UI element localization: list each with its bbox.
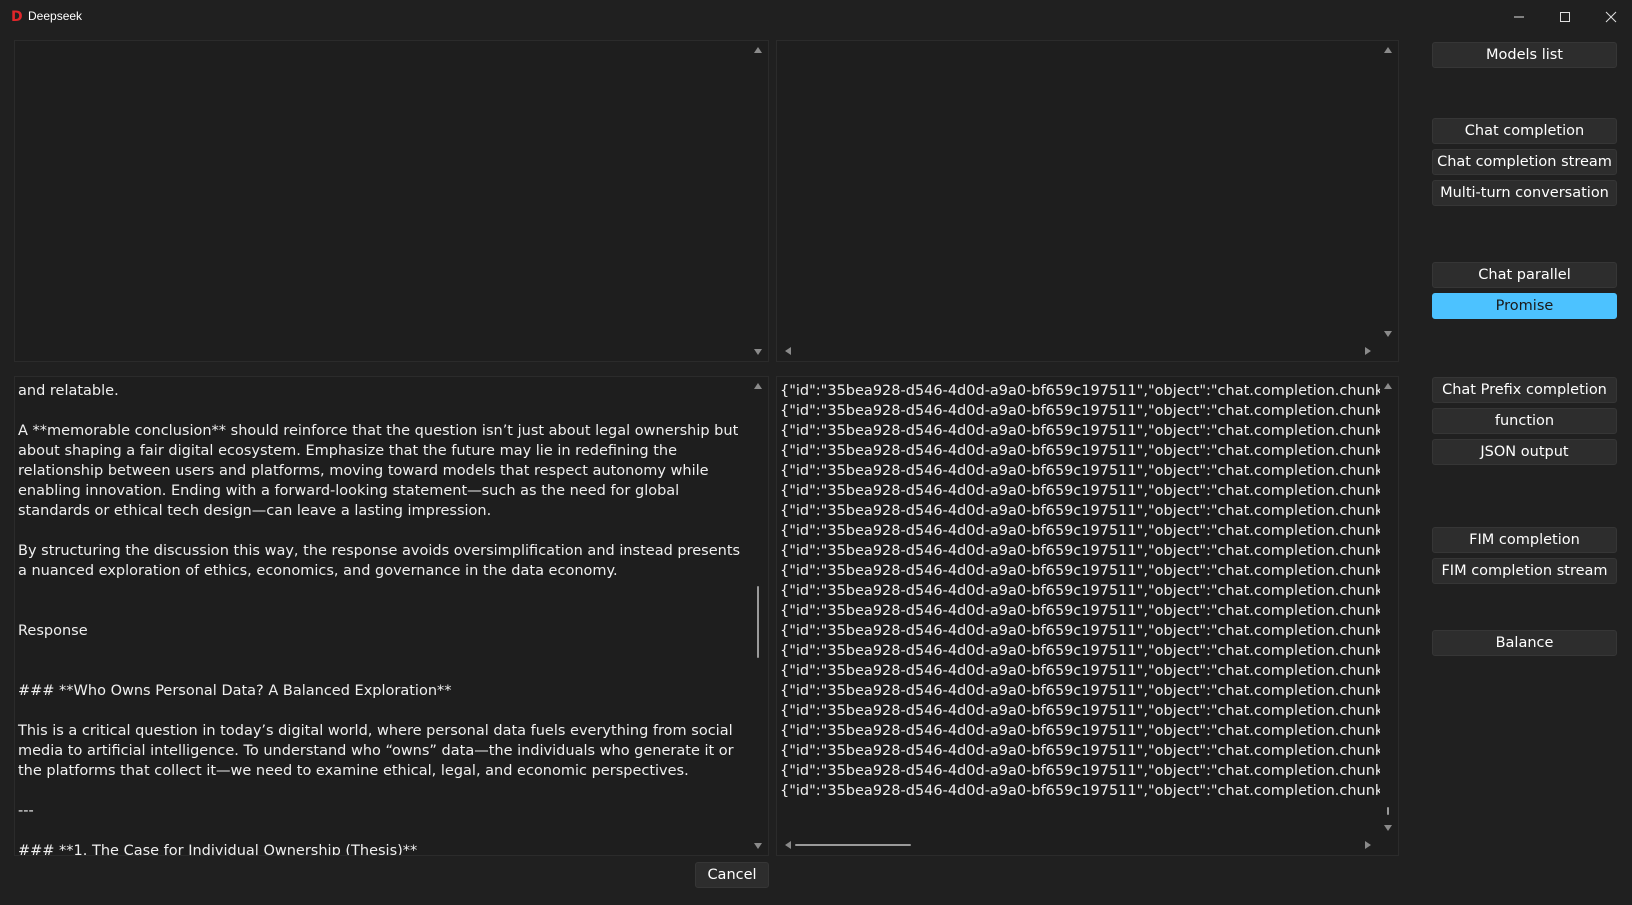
response-paragraph [18,641,750,661]
response-paragraph [18,661,750,681]
response-paragraph: and relatable. [18,383,119,399]
response-paragraph: This is a critical question in today’s d… [18,723,739,779]
response-paragraph: By structuring the discussion this way, … [18,543,745,579]
function-button[interactable]: function [1432,408,1617,434]
scroll-right-arrow-icon[interactable] [1365,347,1371,355]
models-list-button[interactable]: Models list [1432,42,1617,68]
balance-button[interactable]: Balance [1432,630,1617,656]
promise-button[interactable]: Promise [1432,293,1617,319]
response-vertical-scrollbar[interactable] [750,379,766,853]
stream-output-pane[interactable]: {"id":"35bea928-d546-4d0d-a9a0-bf659c197… [776,376,1399,856]
response-paragraph [18,601,750,621]
stream-line: {"id":"35bea928-d546-4d0d-a9a0-bf659c197… [780,783,1380,799]
chat-parallel-button[interactable]: Chat parallel [1432,262,1617,288]
stream-horizontal-scrollbar[interactable] [779,837,1377,853]
top-output-vertical-scrollbar[interactable] [1380,43,1396,341]
response-paragraph [18,581,750,601]
chat-prefix-completion-button[interactable]: Chat Prefix completion [1432,377,1617,403]
deepseek-logo-icon: D [11,9,23,25]
prompt-vertical-scrollbar[interactable] [750,43,766,359]
scroll-down-arrow-icon[interactable] [1384,331,1392,337]
scroll-down-arrow-icon[interactable] [1384,825,1392,831]
stream-line: {"id":"35bea928-d546-4d0d-a9a0-bf659c197… [780,423,1380,439]
scroll-left-arrow-icon[interactable] [785,347,791,355]
top-output-horizontal-scrollbar[interactable] [779,343,1377,359]
fim-completion-stream-button[interactable]: FIM completion stream [1432,558,1617,584]
stream-vertical-scrollbar[interactable] [1380,379,1396,835]
stream-line: {"id":"35bea928-d546-4d0d-a9a0-bf659c197… [780,663,1380,679]
stream-line: {"id":"35bea928-d546-4d0d-a9a0-bf659c197… [780,383,1380,399]
response-paragraph [18,781,750,801]
scroll-up-arrow-icon[interactable] [1384,47,1392,53]
close-button[interactable] [1588,0,1632,34]
stream-line: {"id":"35bea928-d546-4d0d-a9a0-bf659c197… [780,603,1380,619]
close-icon [1605,11,1617,23]
scroll-left-arrow-icon[interactable] [785,841,791,849]
json-output-button[interactable]: JSON output [1432,439,1617,465]
scroll-up-arrow-icon[interactable] [754,383,762,389]
stream-line: {"id":"35bea928-d546-4d0d-a9a0-bf659c197… [780,563,1380,579]
response-text: and relatable. A **memorable conclusion*… [18,381,750,856]
stream-output-lines: {"id":"35bea928-d546-4d0d-a9a0-bf659c197… [780,381,1380,801]
maximize-icon [1560,12,1570,22]
prompt-input-pane[interactable] [14,40,769,362]
title-bar: D Deepseek [0,0,1632,34]
response-paragraph: ### **1. The Case for Individual Ownersh… [18,843,418,856]
fim-completion-button[interactable]: FIM completion [1432,527,1617,553]
response-scroll-thumb[interactable] [757,586,759,658]
cancel-button[interactable]: Cancel [695,862,769,888]
response-pane[interactable]: and relatable. A **memorable conclusion*… [14,376,769,856]
multi-turn-conversation-button[interactable]: Multi-turn conversation [1432,180,1617,206]
response-paragraph: ### **Who Owns Personal Data? A Balanced… [18,683,452,699]
stream-hscroll-thumb[interactable] [795,844,911,846]
stream-line: {"id":"35bea928-d546-4d0d-a9a0-bf659c197… [780,743,1380,759]
response-paragraph: Response [18,623,88,639]
stream-line: {"id":"35bea928-d546-4d0d-a9a0-bf659c197… [780,583,1380,599]
scroll-down-arrow-icon[interactable] [754,843,762,849]
stream-line: {"id":"35bea928-d546-4d0d-a9a0-bf659c197… [780,443,1380,459]
scroll-up-arrow-icon[interactable] [754,47,762,53]
minimize-button[interactable] [1496,0,1542,34]
stream-line: {"id":"35bea928-d546-4d0d-a9a0-bf659c197… [780,703,1380,719]
minimize-icon [1514,16,1524,18]
stream-scroll-thumb[interactable] [1387,807,1389,815]
stream-line: {"id":"35bea928-d546-4d0d-a9a0-bf659c197… [780,623,1380,639]
stream-line: {"id":"35bea928-d546-4d0d-a9a0-bf659c197… [780,503,1380,519]
top-output-pane[interactable] [776,40,1399,362]
stream-line: {"id":"35bea928-d546-4d0d-a9a0-bf659c197… [780,403,1380,419]
stream-line: {"id":"35bea928-d546-4d0d-a9a0-bf659c197… [780,763,1380,779]
response-paragraph: A **memorable conclusion** should reinfo… [18,423,743,519]
response-paragraph [18,401,750,421]
scroll-down-arrow-icon[interactable] [754,349,762,355]
scroll-up-arrow-icon[interactable] [1384,383,1392,389]
stream-line: {"id":"35bea928-d546-4d0d-a9a0-bf659c197… [780,683,1380,699]
response-paragraph [18,821,750,841]
stream-line: {"id":"35bea928-d546-4d0d-a9a0-bf659c197… [780,723,1380,739]
response-paragraph [18,701,750,721]
stream-line: {"id":"35bea928-d546-4d0d-a9a0-bf659c197… [780,643,1380,659]
response-paragraph: --- [18,803,34,819]
maximize-button[interactable] [1542,0,1588,34]
stream-line: {"id":"35bea928-d546-4d0d-a9a0-bf659c197… [780,483,1380,499]
chat-completion-stream-button[interactable]: Chat completion stream [1432,149,1617,175]
app-window: D Deepseek and relatable. A **memorable … [0,0,1632,905]
stream-line: {"id":"35bea928-d546-4d0d-a9a0-bf659c197… [780,543,1380,559]
response-paragraph [18,521,750,541]
window-title: Deepseek [28,9,83,23]
scroll-right-arrow-icon[interactable] [1365,841,1371,849]
chat-completion-button[interactable]: Chat completion [1432,118,1617,144]
stream-line: {"id":"35bea928-d546-4d0d-a9a0-bf659c197… [780,523,1380,539]
stream-line: {"id":"35bea928-d546-4d0d-a9a0-bf659c197… [780,463,1380,479]
